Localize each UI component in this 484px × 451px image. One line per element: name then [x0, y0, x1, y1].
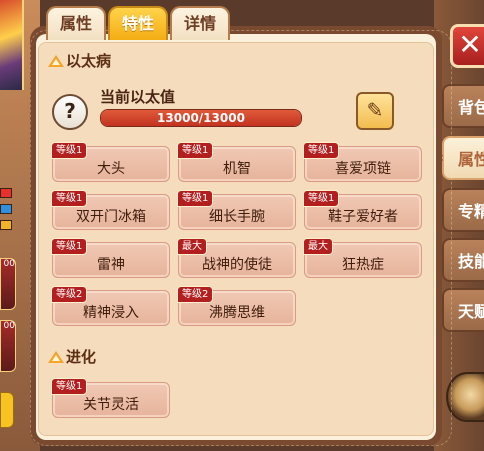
evolution-section-title: 进化: [66, 348, 96, 366]
trait-level-badge: 等级1: [51, 142, 87, 159]
trait-level-badge: 等级2: [177, 286, 213, 303]
close-icon: ✕: [458, 28, 481, 61]
trait-level-badge: 等级1: [177, 142, 213, 159]
tab-details[interactable]: 详情: [170, 6, 230, 40]
trait-chip[interactable]: 最大战神的使徒: [178, 242, 296, 278]
trait-level-badge: 等级1: [303, 190, 339, 207]
trait-level-badge: 等级2: [51, 286, 87, 303]
help-icon: ?: [64, 99, 76, 123]
ether-current-label: 当前以太值: [100, 86, 175, 107]
left-yellow-button[interactable]: [0, 392, 14, 428]
warning-triangle-icon: [48, 351, 64, 363]
trait-level-badge: 等级1: [51, 378, 87, 395]
trait-level-badge: 等级1: [303, 142, 339, 159]
trait-name: 喜爱项链: [305, 158, 421, 178]
left-card-1[interactable]: 00: [0, 258, 16, 310]
dial-knob-icon[interactable]: [446, 372, 484, 422]
trait-chip[interactable]: 等级1雷神: [52, 242, 170, 278]
left-card-2[interactable]: 00: [0, 320, 16, 372]
left-card-2-value: 00: [4, 321, 15, 331]
character-portrait: [0, 0, 24, 90]
ether-progress-text: 13000/13000: [101, 110, 301, 126]
trait-level-badge: 等级1: [177, 190, 213, 207]
evolution-trait-chip[interactable]: 等级1关节灵活: [52, 382, 170, 418]
left-color-marker-yellow: [0, 220, 12, 230]
trait-chip[interactable]: 等级1细长手腕: [178, 194, 296, 230]
tab-attributes[interactable]: 属性: [46, 6, 106, 40]
pen-edit-icon: ✎: [367, 98, 384, 122]
ether-section-header: 以太病: [48, 50, 111, 72]
trait-chip[interactable]: 等级2精神浸入: [52, 290, 170, 326]
side-tab-backpack[interactable]: 背包: [442, 84, 484, 128]
trait-name: 精神浸入: [53, 302, 169, 322]
trait-level-badge: 最大: [177, 238, 207, 255]
trait-name: 战神的使徒: [179, 254, 295, 274]
left-color-marker-red: [0, 188, 12, 198]
trait-chip[interactable]: 等级1喜爱项链: [304, 146, 422, 182]
trait-chip[interactable]: 等级1双开门冰箱: [52, 194, 170, 230]
tab-traits[interactable]: 特性: [108, 6, 168, 40]
trait-chip[interactable]: 等级1大头: [52, 146, 170, 182]
left-color-marker-blue: [0, 204, 12, 214]
trait-name: 大头: [53, 158, 169, 178]
side-tab-attributes[interactable]: 属性: [442, 136, 484, 180]
close-button[interactable]: ✕: [450, 24, 484, 68]
trait-chip[interactable]: 等级2沸腾思维: [178, 290, 296, 326]
warning-triangle-icon: [48, 55, 64, 67]
trait-chip[interactable]: 等级1鞋子爱好者: [304, 194, 422, 230]
edit-button[interactable]: ✎: [356, 92, 394, 130]
trait-name: 狂热症: [305, 254, 421, 274]
side-tab-talent[interactable]: 天赋: [442, 288, 484, 332]
trait-name: 细长手腕: [179, 206, 295, 226]
side-tab-mastery[interactable]: 专精: [442, 188, 484, 232]
trait-chip[interactable]: 等级1机智: [178, 146, 296, 182]
side-tab-skills[interactable]: 技能: [442, 238, 484, 282]
trait-name: 双开门冰箱: [53, 206, 169, 226]
trait-name: 雷神: [53, 254, 169, 274]
ether-section-title: 以太病: [66, 52, 111, 70]
left-card-1-value: 00: [4, 259, 15, 269]
evolution-section-header: 进化: [48, 346, 96, 368]
ether-progress-bar: 13000/13000: [100, 109, 302, 127]
trait-chip[interactable]: 最大狂热症: [304, 242, 422, 278]
trait-level-badge: 等级1: [51, 238, 87, 255]
trait-level-badge: 最大: [303, 238, 333, 255]
trait-name: 机智: [179, 158, 295, 178]
trait-name: 鞋子爱好者: [305, 206, 421, 226]
help-button[interactable]: ?: [52, 94, 88, 130]
trait-level-badge: 等级1: [51, 190, 87, 207]
trait-name: 关节灵活: [53, 394, 169, 414]
trait-name: 沸腾思维: [179, 302, 295, 322]
